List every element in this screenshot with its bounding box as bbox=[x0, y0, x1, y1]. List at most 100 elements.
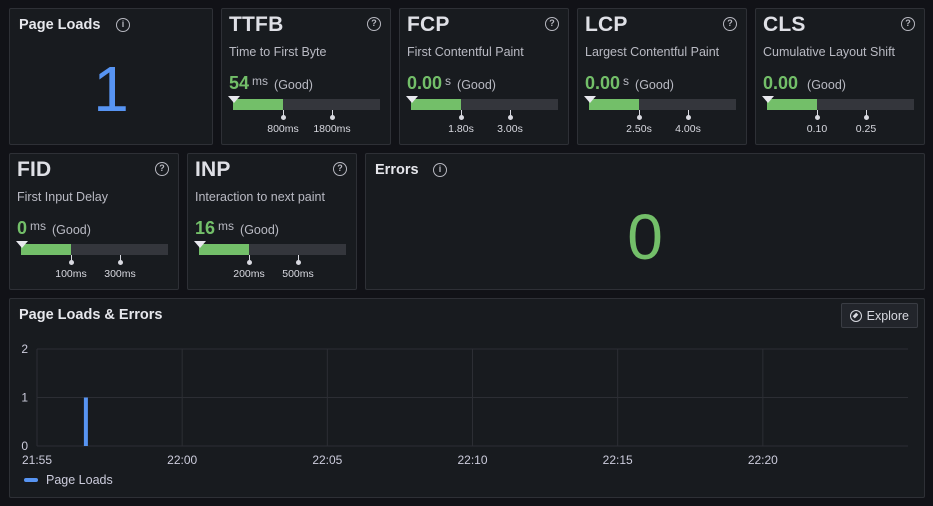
gauge-pointer-icon bbox=[406, 96, 418, 103]
metric-panel-ttfb: TTFB ? Time to First Byte 54 ms (Good) 800… bbox=[221, 8, 391, 145]
metric-panel-fid: FID ? First Input Delay 0 ms (Good) 100ms … bbox=[9, 153, 179, 290]
page-loads-value: 1 bbox=[93, 53, 129, 125]
metric-rating: (Good) bbox=[52, 223, 91, 237]
metric-gauge bbox=[16, 241, 168, 255]
threshold-label: 0.25 bbox=[855, 123, 877, 135]
gauge-fill bbox=[589, 99, 639, 110]
metric-name: INP bbox=[195, 158, 231, 181]
gauge-fill bbox=[233, 99, 283, 110]
info-circle-icon[interactable]: ? bbox=[333, 162, 347, 176]
bar-page-loads bbox=[83, 397, 88, 446]
metric-value-row: 54 ms (Good) bbox=[229, 73, 313, 94]
threshold-label: 100ms bbox=[55, 268, 87, 280]
threshold-tick bbox=[637, 110, 642, 120]
metric-gauge bbox=[762, 96, 914, 110]
gauge-pointer-icon bbox=[762, 96, 774, 103]
threshold-tick bbox=[281, 110, 286, 120]
threshold-tick bbox=[508, 110, 513, 120]
metric-name: TTFB bbox=[229, 13, 284, 36]
metric-name: FCP bbox=[407, 13, 450, 36]
x-tick-label: 22:20 bbox=[748, 453, 778, 467]
metric-gauge bbox=[406, 96, 558, 110]
info-circle-icon[interactable]: ? bbox=[901, 17, 915, 31]
metric-name: FID bbox=[17, 158, 52, 181]
timeseries-title: Page Loads & Errors bbox=[19, 307, 163, 323]
metric-value-row: 0.00 (Good) bbox=[763, 73, 846, 94]
threshold-label: 1800ms bbox=[313, 123, 351, 135]
page-loads-errors-chart[interactable]: 0 1 2 21:55 22:00 22:05 22:10 22:15 22:20 bbox=[10, 339, 924, 469]
y-tick-label: 1 bbox=[21, 391, 28, 405]
metric-description: Cumulative Layout Shift bbox=[763, 45, 896, 59]
metric-value-row: 16 ms (Good) bbox=[195, 218, 279, 239]
metric-unit: ms bbox=[252, 74, 269, 88]
info-circle-icon[interactable]: ? bbox=[545, 17, 559, 31]
metric-unit: s bbox=[623, 74, 630, 88]
threshold-tick bbox=[686, 110, 691, 120]
metric-value-row: 0.00 s (Good) bbox=[407, 73, 496, 94]
threshold-label: 300ms bbox=[104, 268, 136, 280]
metric-description: Largest Contentful Paint bbox=[585, 45, 720, 59]
threshold-tick bbox=[118, 255, 123, 265]
info-circle-icon[interactable]: i bbox=[433, 163, 447, 177]
metric-description: Interaction to next paint bbox=[195, 190, 325, 204]
metric-description: First Contentful Paint bbox=[407, 45, 524, 59]
metric-gauge bbox=[584, 96, 736, 110]
metric-rating: (Good) bbox=[807, 78, 846, 92]
metric-value: 0.00 bbox=[407, 73, 443, 93]
metric-value: 0 bbox=[17, 218, 28, 238]
gauge-fill bbox=[767, 99, 817, 110]
metric-name: LCP bbox=[585, 13, 628, 36]
threshold-tick bbox=[815, 110, 820, 120]
metric-rating: (Good) bbox=[457, 78, 496, 92]
metric-unit: ms bbox=[30, 219, 47, 233]
metric-rating: (Good) bbox=[635, 78, 674, 92]
threshold-label: 200ms bbox=[233, 268, 265, 280]
metric-value: 0.00 bbox=[763, 73, 799, 93]
gauge-pointer-icon bbox=[584, 96, 596, 103]
y-tick-label: 2 bbox=[21, 342, 28, 356]
errors-panel: Errors i 0 bbox=[365, 153, 925, 290]
x-tick-label: 22:15 bbox=[603, 453, 633, 467]
page-loads-title: Page Loads bbox=[19, 17, 101, 33]
threshold-tick bbox=[69, 255, 74, 265]
gauge-pointer-icon bbox=[194, 241, 206, 248]
gauge-pointer-icon bbox=[228, 96, 240, 103]
info-circle-icon[interactable]: ? bbox=[723, 17, 737, 31]
metric-description: First Input Delay bbox=[17, 190, 109, 204]
threshold-tick bbox=[459, 110, 464, 120]
gauge-fill bbox=[21, 244, 71, 255]
gauge-fill bbox=[199, 244, 249, 255]
metric-panel-fcp: FCP ? First Contentful Paint 0.00 s (Good)… bbox=[399, 8, 569, 145]
metric-rating: (Good) bbox=[240, 223, 279, 237]
threshold-label: 0.10 bbox=[806, 123, 828, 135]
metric-panel-lcp: LCP ? Largest Contentful Paint 0.00 s (Goo… bbox=[577, 8, 747, 145]
info-circle-icon[interactable]: i bbox=[116, 18, 130, 32]
gauge-pointer-icon bbox=[16, 241, 28, 248]
threshold-tick bbox=[247, 255, 252, 265]
info-circle-icon[interactable]: ? bbox=[155, 162, 169, 176]
metric-name: CLS bbox=[763, 13, 806, 36]
metric-value: 0.00 bbox=[585, 73, 621, 93]
metric-description: Time to First Byte bbox=[229, 45, 327, 59]
y-tick-label: 0 bbox=[21, 439, 28, 453]
x-tick-label: 22:05 bbox=[312, 453, 342, 467]
metric-value: 54 bbox=[229, 73, 250, 93]
metric-rating: (Good) bbox=[274, 78, 313, 92]
metric-gauge bbox=[228, 96, 380, 110]
errors-title: Errors bbox=[375, 162, 419, 178]
metric-gauge bbox=[194, 241, 346, 255]
explore-button[interactable]: Explore bbox=[840, 303, 918, 328]
legend-label: Page Loads bbox=[46, 473, 113, 487]
page-loads-panel: Page Loads i 1 bbox=[9, 8, 213, 145]
threshold-tick bbox=[296, 255, 301, 265]
threshold-label: 4.00s bbox=[675, 123, 701, 135]
chart-legend[interactable]: Page Loads bbox=[24, 473, 113, 487]
x-tick-label: 22:00 bbox=[167, 453, 197, 467]
threshold-label: 500ms bbox=[282, 268, 314, 280]
info-circle-icon[interactable]: ? bbox=[367, 17, 381, 31]
x-tick-label: 22:10 bbox=[457, 453, 487, 467]
threshold-label: 2.50s bbox=[626, 123, 652, 135]
threshold-label: 800ms bbox=[267, 123, 299, 135]
explore-label: Explore bbox=[866, 308, 909, 323]
timeseries-panel: Page Loads & Errors Explore 0 1 2 21:55 22:0… bbox=[9, 298, 925, 498]
